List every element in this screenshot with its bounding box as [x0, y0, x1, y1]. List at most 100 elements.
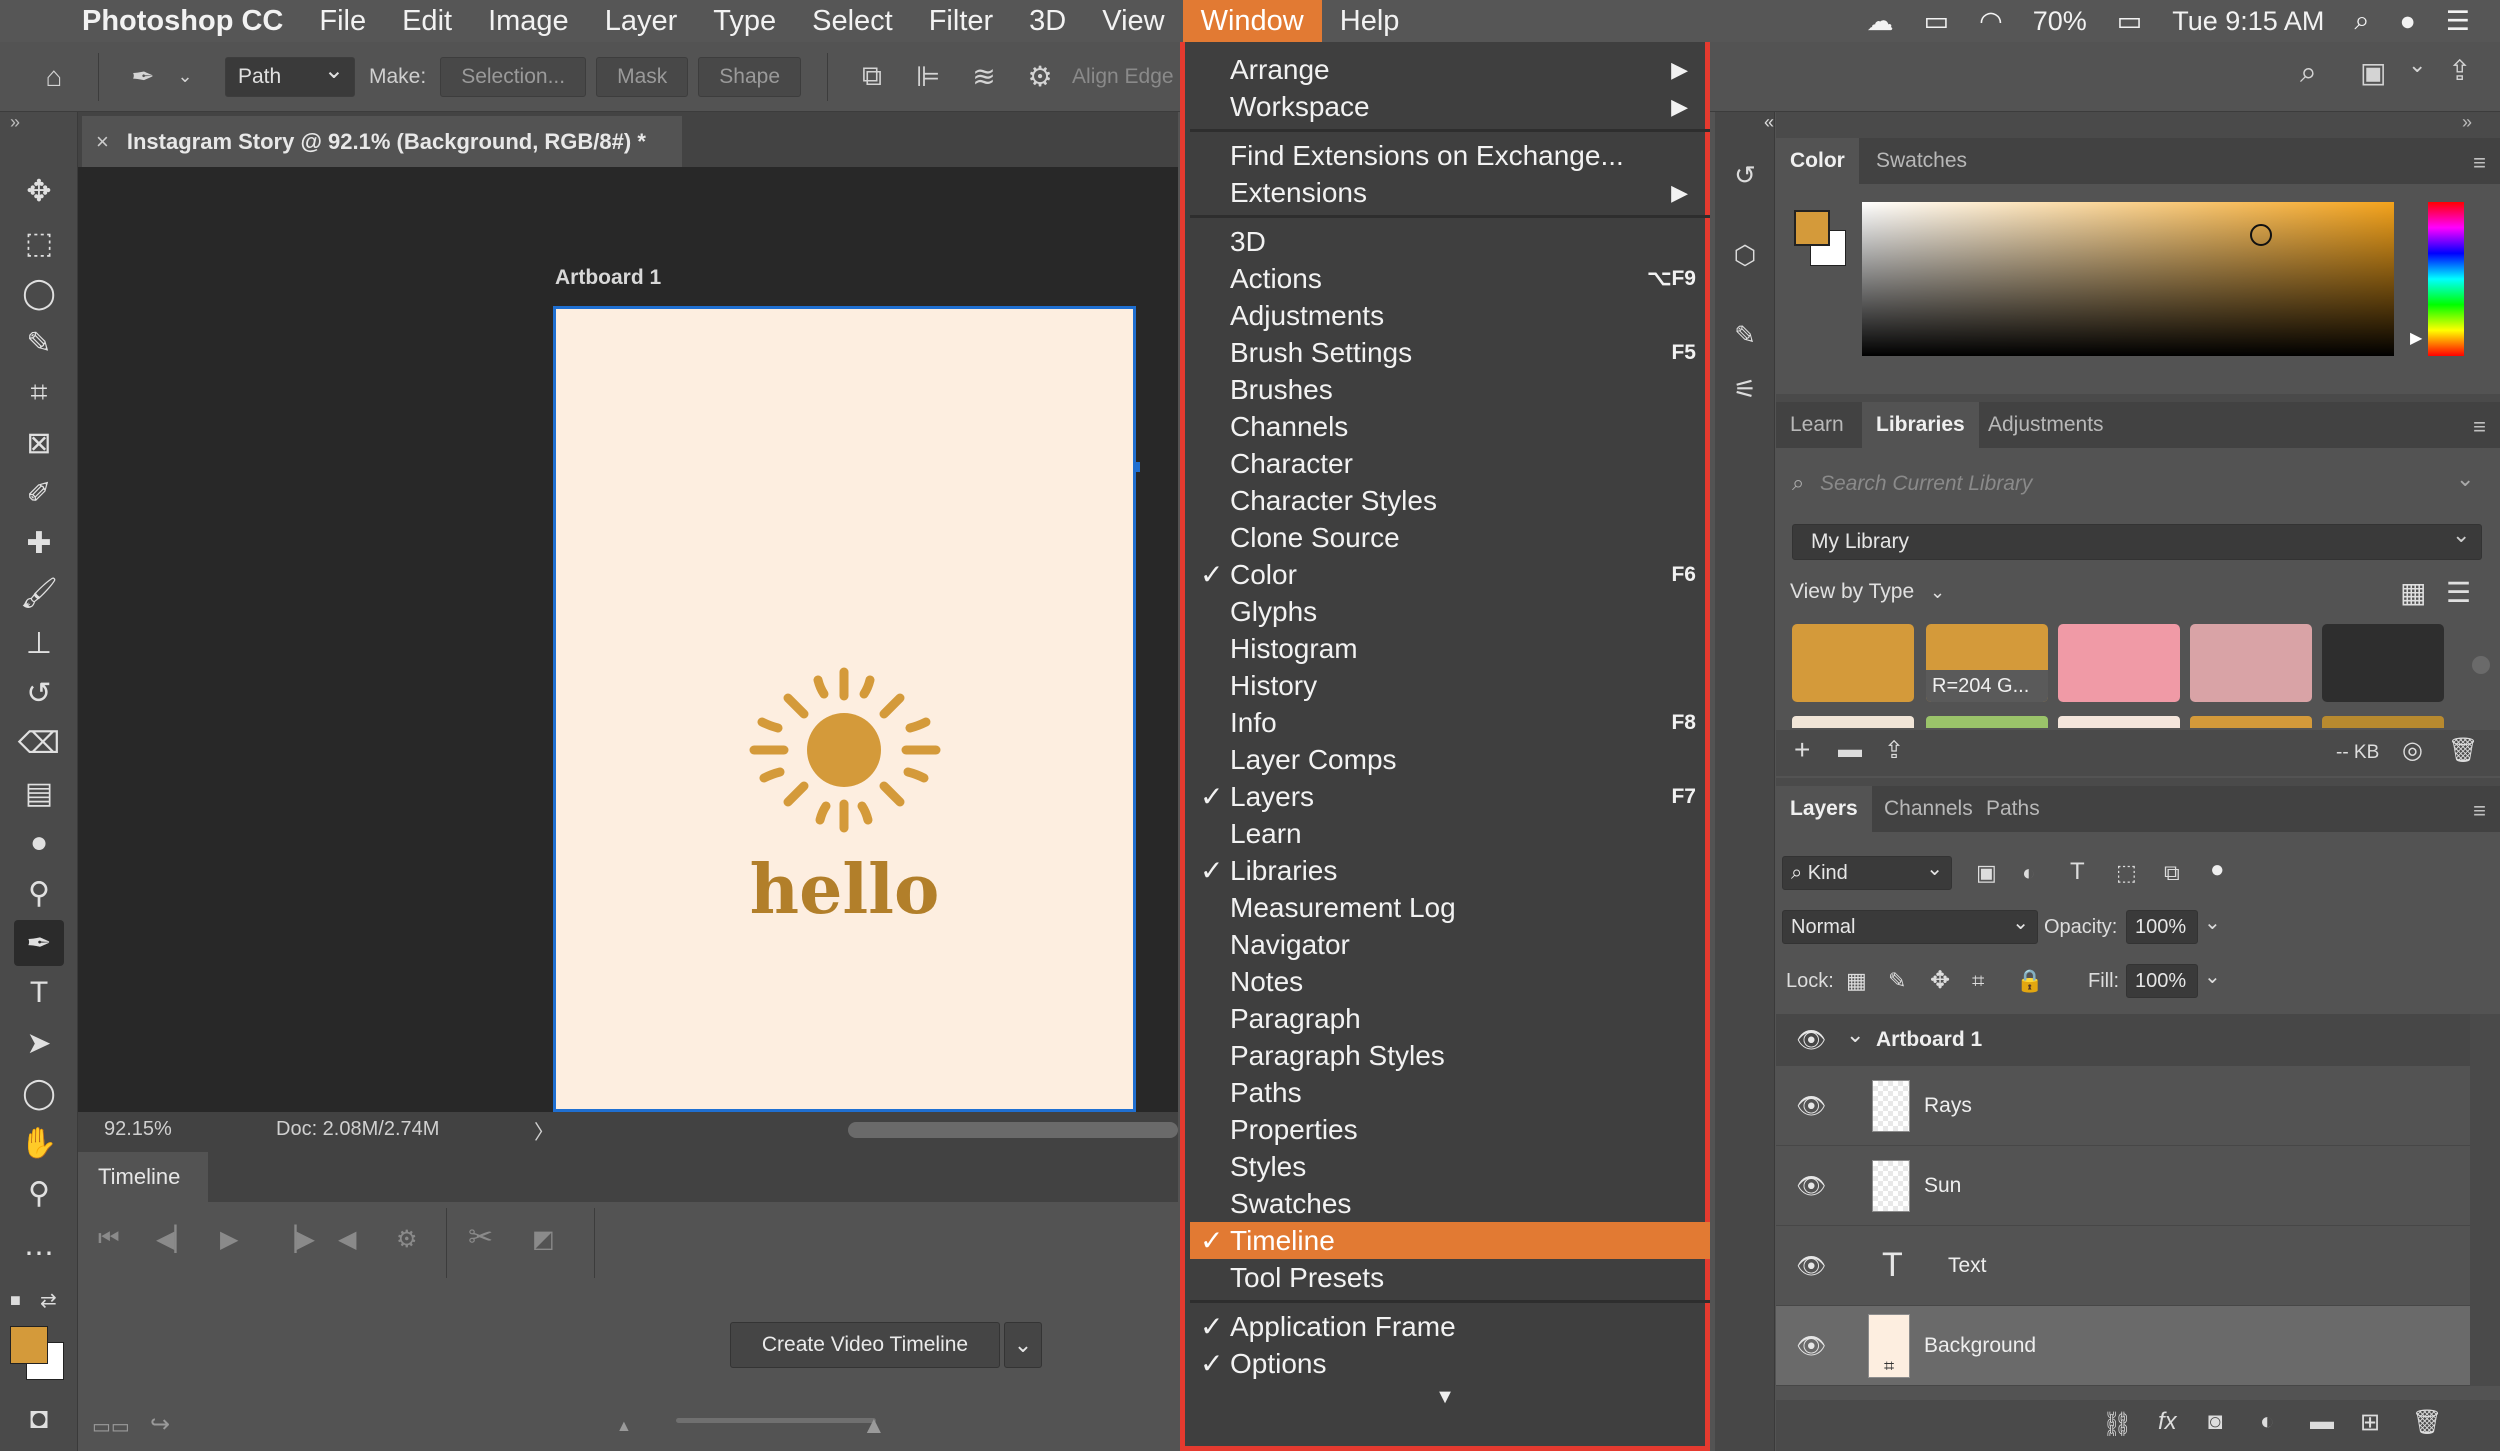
menu-item-application-frame[interactable]: ✓ Application Frame — [1190, 1308, 1710, 1345]
menu-item-brush-settings[interactable]: Brush Settings F5 — [1190, 334, 1710, 371]
panel-menu-icon[interactable]: ≡ — [2473, 798, 2486, 824]
airplay-icon[interactable]: ▭ — [1924, 6, 1950, 37]
menu-item-options[interactable]: ✓ Options — [1190, 1345, 1710, 1382]
opacity-input[interactable]: 100% — [2126, 910, 2198, 944]
collapse-chevrons-icon[interactable]: » — [10, 112, 20, 133]
eyedropper-tool-icon[interactable]: ✐ — [14, 470, 64, 516]
library-swatch[interactable] — [2322, 716, 2444, 728]
layer-row-background[interactable]: 👁 ⌗ Background — [1776, 1306, 2470, 1386]
layer-effects-icon[interactable]: fx — [2158, 1408, 2177, 1436]
lasso-tool-icon[interactable]: ◯ — [14, 270, 64, 316]
tab-color[interactable]: Color — [1776, 138, 1859, 184]
history-panel-icon[interactable]: ↺ — [1727, 160, 1763, 196]
grid-view-icon[interactable]: ▦ — [2400, 576, 2426, 609]
home-icon[interactable]: ⌂ — [34, 57, 74, 97]
color-picker-cursor[interactable] — [2250, 224, 2272, 246]
library-search-input[interactable]: Search Current Library — [1820, 472, 2032, 496]
layer-row-text[interactable]: 👁 T Text — [1776, 1226, 2470, 1306]
lock-transparent-pixels-icon[interactable]: ▦ — [1846, 968, 1867, 994]
folder-icon[interactable]: ▬ — [1838, 736, 1862, 764]
tab-learn[interactable]: Learn — [1776, 402, 1858, 448]
timeline-zoom-slider[interactable] — [676, 1418, 876, 1423]
menu-item-find-extensions-on-exchange[interactable]: Find Extensions on Exchange... — [1190, 137, 1710, 174]
more-tools-icon[interactable]: ⋯ — [14, 1230, 64, 1276]
fill-input[interactable]: 100% — [2126, 964, 2198, 998]
artboard-label[interactable]: Artboard 1 — [555, 266, 661, 290]
eraser-tool-icon[interactable]: ⌫ — [14, 720, 64, 766]
menu-item-swatches[interactable]: Swatches — [1190, 1185, 1710, 1222]
swap-colors-icon[interactable]: ⇄ — [40, 1288, 57, 1313]
pen-tool-icon[interactable]: ✒ — [14, 920, 64, 966]
visibility-eye-icon[interactable]: 👁 — [1796, 1172, 1826, 1201]
library-swatch[interactable] — [2058, 716, 2180, 728]
menu-item-paragraph-styles[interactable]: Paragraph Styles — [1190, 1037, 1710, 1074]
workspace-icon[interactable]: ▣ — [2360, 56, 2386, 89]
creative-cloud-icon[interactable]: ☁ — [1867, 6, 1894, 37]
new-layer-icon[interactable]: ⊞ — [2360, 1408, 2380, 1437]
tab-adjustments[interactable]: Adjustments — [1974, 402, 2118, 448]
menu-scroll-down-icon[interactable]: ▼ — [1185, 1386, 1705, 1409]
scissors-icon[interactable]: ✂ — [468, 1220, 493, 1255]
settings-icon[interactable]: ⚙ — [396, 1225, 418, 1254]
marquee-tool-icon[interactable]: ⬚ — [14, 220, 64, 266]
lock-position-icon[interactable]: ✥ — [1930, 966, 1950, 995]
default-colors-icon[interactable]: ■ — [10, 1290, 21, 1311]
tab-paths[interactable]: Paths — [1972, 786, 2054, 832]
path-selection-tool-icon[interactable]: ➤ — [14, 1020, 64, 1066]
library-swatch[interactable] — [2190, 716, 2312, 728]
crop-tool-icon[interactable]: ⌗ — [14, 370, 64, 416]
collapse-chevrons-icon[interactable]: » — [2462, 112, 2472, 133]
menu-help[interactable]: Help — [1322, 5, 1418, 38]
clone-stamp-tool-icon[interactable]: ⊥ — [14, 620, 64, 666]
share-icon[interactable]: ⇪ — [2448, 54, 2471, 87]
link-layers-icon[interactable]: ⛓ — [2102, 1410, 2132, 1439]
layers-scrollbar[interactable] — [2470, 1014, 2500, 1386]
frame-animation-icon[interactable]: ▭▭ — [92, 1414, 130, 1439]
blend-mode-select[interactable]: Normal ⌄ — [1782, 910, 2038, 944]
lock-artboard-icon[interactable]: ⌗ — [1972, 968, 1984, 994]
menu-item-workspace[interactable]: Workspace ▶ — [1190, 88, 1710, 125]
play-icon[interactable]: ▶ — [220, 1225, 238, 1254]
document-tab[interactable]: × Instagram Story @ 92.1% (Background, R… — [82, 116, 682, 167]
visibility-eye-icon[interactable]: 👁 — [1796, 1332, 1826, 1361]
gear-icon[interactable]: ⚙ — [1020, 57, 1060, 97]
panel-menu-icon[interactable]: ≡ — [2473, 150, 2486, 176]
menu-item-3d[interactable]: 3D — [1190, 223, 1710, 260]
notification-center-icon[interactable]: ☰ — [2446, 6, 2470, 37]
menu-item-info[interactable]: Info F8 — [1190, 704, 1710, 741]
lock-image-pixels-icon[interactable]: ✎ — [1888, 968, 1906, 994]
filter-toggle-icon[interactable]: ● — [2210, 856, 2225, 884]
chevron-down-icon[interactable]: ⌄ — [2204, 964, 2221, 989]
artboard-handle[interactable] — [1133, 462, 1140, 472]
path-arrangement-icon[interactable]: ≋ — [964, 57, 1004, 97]
menu-filter[interactable]: Filter — [911, 5, 1011, 38]
library-swatch[interactable] — [2190, 624, 2312, 702]
chevron-down-icon[interactable]: ⌄ — [2408, 52, 2426, 78]
menu-item-notes[interactable]: Notes — [1190, 963, 1710, 1000]
menu-item-actions[interactable]: Actions ⌥F9 — [1190, 260, 1710, 297]
library-scrollbar[interactable] — [2472, 656, 2490, 674]
library-swatch[interactable] — [1926, 716, 2048, 728]
search-icon[interactable]: ⌕ — [2300, 56, 2317, 90]
menu-item-measurement-log[interactable]: Measurement Log — [1190, 889, 1710, 926]
type-layer-filter-icon[interactable]: T — [2070, 858, 2085, 886]
pixel-layer-filter-icon[interactable]: ▣ — [1976, 860, 1997, 886]
brush-settings-panel-icon[interactable]: ✎ — [1727, 320, 1763, 356]
menu-item-timeline[interactable]: ✓ Timeline — [1190, 1222, 1710, 1259]
pen-tool-preset-icon[interactable]: ✒ — [123, 57, 163, 97]
layer-row-rays[interactable]: 👁 Rays — [1776, 1066, 2470, 1146]
history-brush-tool-icon[interactable]: ↺ — [14, 670, 64, 716]
blur-tool-icon[interactable]: ● — [14, 820, 64, 866]
layer-row-sun[interactable]: 👁 Sun — [1776, 1146, 2470, 1226]
menu-edit[interactable]: Edit — [384, 5, 470, 38]
tab-libraries[interactable]: Libraries — [1862, 402, 1979, 448]
hue-slider-handle-icon[interactable]: ▶ — [2410, 328, 2422, 348]
battery-icon[interactable]: ▭ — [2117, 6, 2143, 37]
menu-item-character-styles[interactable]: Character Styles — [1190, 482, 1710, 519]
tab-channels[interactable]: Channels — [1870, 786, 1987, 832]
move-tool-icon[interactable]: ✥ — [14, 168, 64, 214]
path-alignment-icon[interactable]: ⊫ — [908, 57, 948, 97]
color-picker-field[interactable] — [1862, 202, 2394, 356]
library-swatch[interactable] — [1792, 716, 1914, 728]
close-tab-icon[interactable]: × — [96, 129, 109, 155]
